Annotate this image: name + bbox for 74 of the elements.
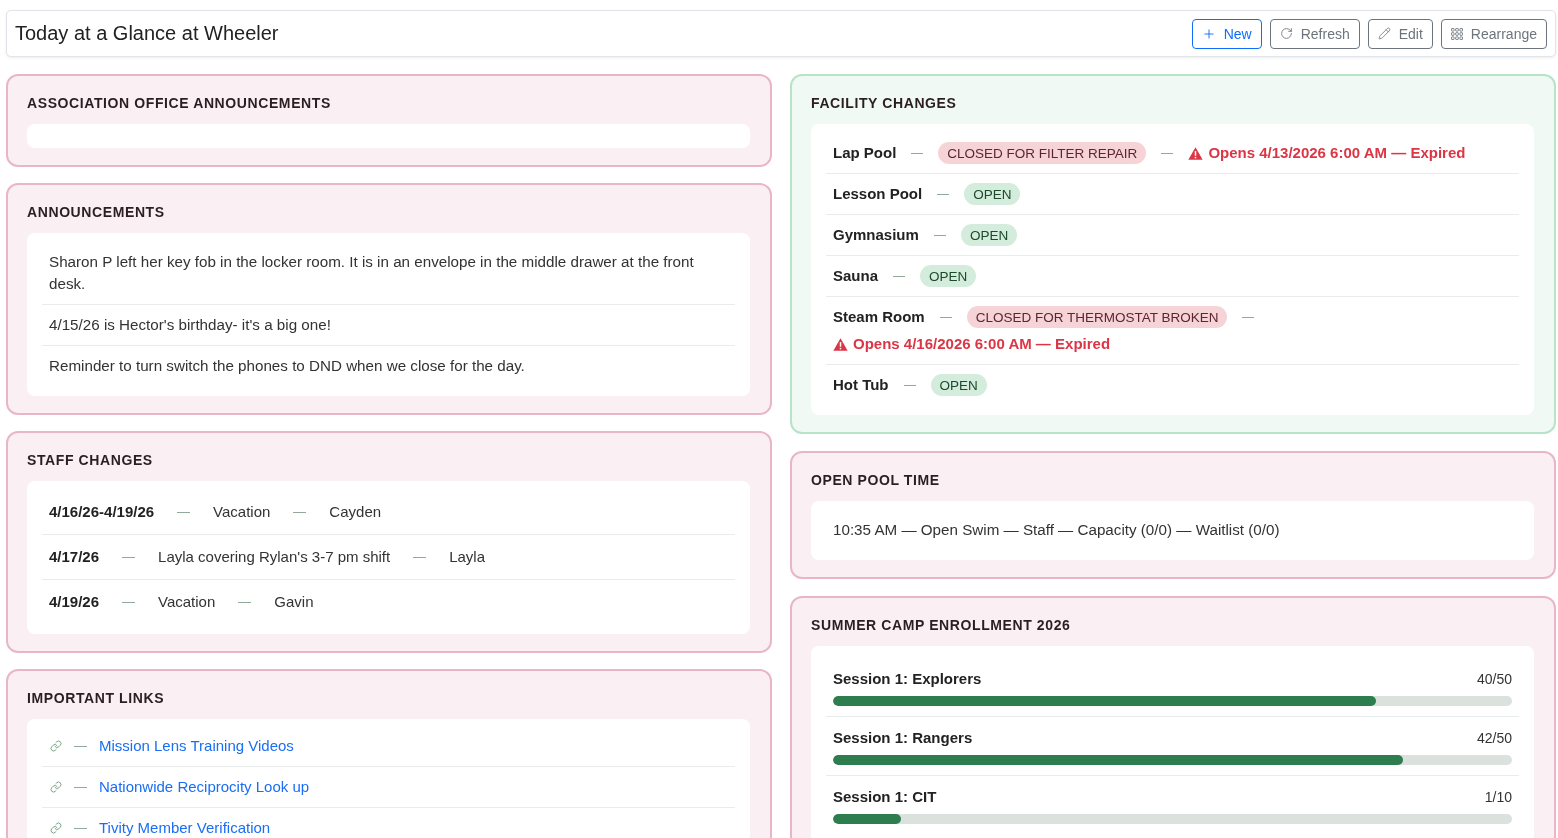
session-name: Session 1: Explorers (833, 669, 982, 689)
dash-separator (1242, 316, 1255, 318)
edit-button[interactable]: Edit (1367, 18, 1433, 49)
session-name: Session 1: Rangers (833, 728, 973, 748)
staff-date: 4/16/26-4/19/26 (49, 502, 155, 522)
page-title: Today at a Glance at Wheeler (15, 22, 279, 45)
staff-name: Gavin (274, 592, 314, 612)
refresh-button[interactable]: Refresh (1269, 18, 1360, 49)
facility-name: Gymnasium (833, 225, 919, 245)
section-title: IMPORTANT LINKS (27, 690, 166, 707)
session-name: Session 1: CIT (833, 787, 937, 807)
dash-separator (937, 193, 950, 195)
chain-link-icon (50, 740, 62, 752)
dash-separator (177, 511, 191, 513)
pencil-icon (1377, 27, 1391, 40)
refresh-icon (1279, 27, 1293, 40)
status-badge: OPEN (930, 374, 987, 396)
facility-name: Steam Room (833, 307, 925, 327)
new-button[interactable]: New (1191, 18, 1262, 49)
facility-name: Sauna (833, 266, 878, 286)
link[interactable]: Tivity Member Verification (99, 817, 271, 838)
staff-name: Cayden (329, 502, 382, 522)
section-title: ANNOUNCEMENTS (27, 204, 166, 221)
section-title: STAFF CHANGES (27, 452, 154, 469)
link[interactable]: Nationwide Reciprocity Look up (99, 776, 310, 798)
section-title: FACILITY CHANGES (811, 95, 958, 112)
notice-text: Opens 4/13/2026 6:00 AM — Expired (1208, 143, 1466, 163)
notice-text: Opens 4/16/2026 6:00 AM — Expired (853, 334, 1111, 354)
dash-separator (74, 786, 87, 788)
dash-separator (911, 152, 924, 154)
session-count: 1/10 (1484, 788, 1512, 807)
dash-separator (939, 316, 952, 318)
staff-date: 4/17/26 (49, 547, 100, 567)
section-title: SUMMER CAMP ENROLLMENT 2026 (811, 617, 1072, 634)
dash-separator (74, 827, 87, 829)
facility-name: Lesson Pool (833, 184, 923, 204)
warning-icon (833, 337, 848, 351)
chain-link-icon (50, 781, 62, 793)
session-count: 40/50 (1476, 670, 1512, 689)
status-badge: OPEN (964, 183, 1021, 205)
announcement-text: Reminder to turn switch the phones to DND when we close for the day. (49, 356, 526, 376)
status-badge: CLOSED FOR THERMOSTAT BROKEN (966, 306, 1228, 328)
dash-separator (893, 275, 905, 277)
grid-icon (1450, 27, 1463, 40)
status-badge: OPEN (920, 265, 977, 287)
dash-separator (74, 745, 87, 747)
dash-separator (238, 601, 252, 603)
dash-separator (122, 601, 136, 603)
dash-separator (413, 556, 427, 558)
staff-date: 4/19/26 (49, 592, 100, 612)
chain-link-icon (50, 822, 62, 834)
dash-separator (1161, 152, 1174, 154)
dash-separator (293, 511, 307, 513)
staff-change: Layla covering Rylan's 3-7 pm shift (158, 547, 391, 567)
status-badge: CLOSED FOR FILTER REPAIR (938, 142, 1147, 164)
staff-change: Vacation (158, 592, 216, 612)
facility-name: Hot Tub (833, 375, 889, 395)
status-badge: OPEN (960, 224, 1018, 246)
section-title: ASSOCIATION OFFICE ANNOUNCEMENTS (27, 95, 332, 112)
announcement-text: 10:35 AM — Open Swim — Staff — Capacity (0/0) — Waitlist (0/0) (833, 520, 1281, 540)
announcement-text: 4/15/26 is Hector's birthday- it's a big one! (49, 315, 332, 335)
warning-icon (1188, 146, 1204, 160)
plus-icon (1201, 26, 1216, 41)
section-title: OPEN POOL TIME (811, 472, 941, 489)
session-count: 42/50 (1476, 729, 1512, 748)
staff-change: Vacation (213, 502, 271, 522)
facility-name: Lap Pool (833, 143, 897, 163)
dash-separator (903, 384, 916, 386)
announcement-text: Sharon P left her key fob in the locker room. It is in an envelope in the middle drawer at the front desk. (49, 252, 695, 294)
rearrange-button[interactable]: Rearrange (1440, 18, 1547, 49)
dash-separator (933, 234, 946, 236)
dash-separator (122, 556, 136, 558)
link[interactable]: Mission Lens Training Videos (99, 735, 294, 757)
staff-name: Layla (449, 547, 486, 567)
